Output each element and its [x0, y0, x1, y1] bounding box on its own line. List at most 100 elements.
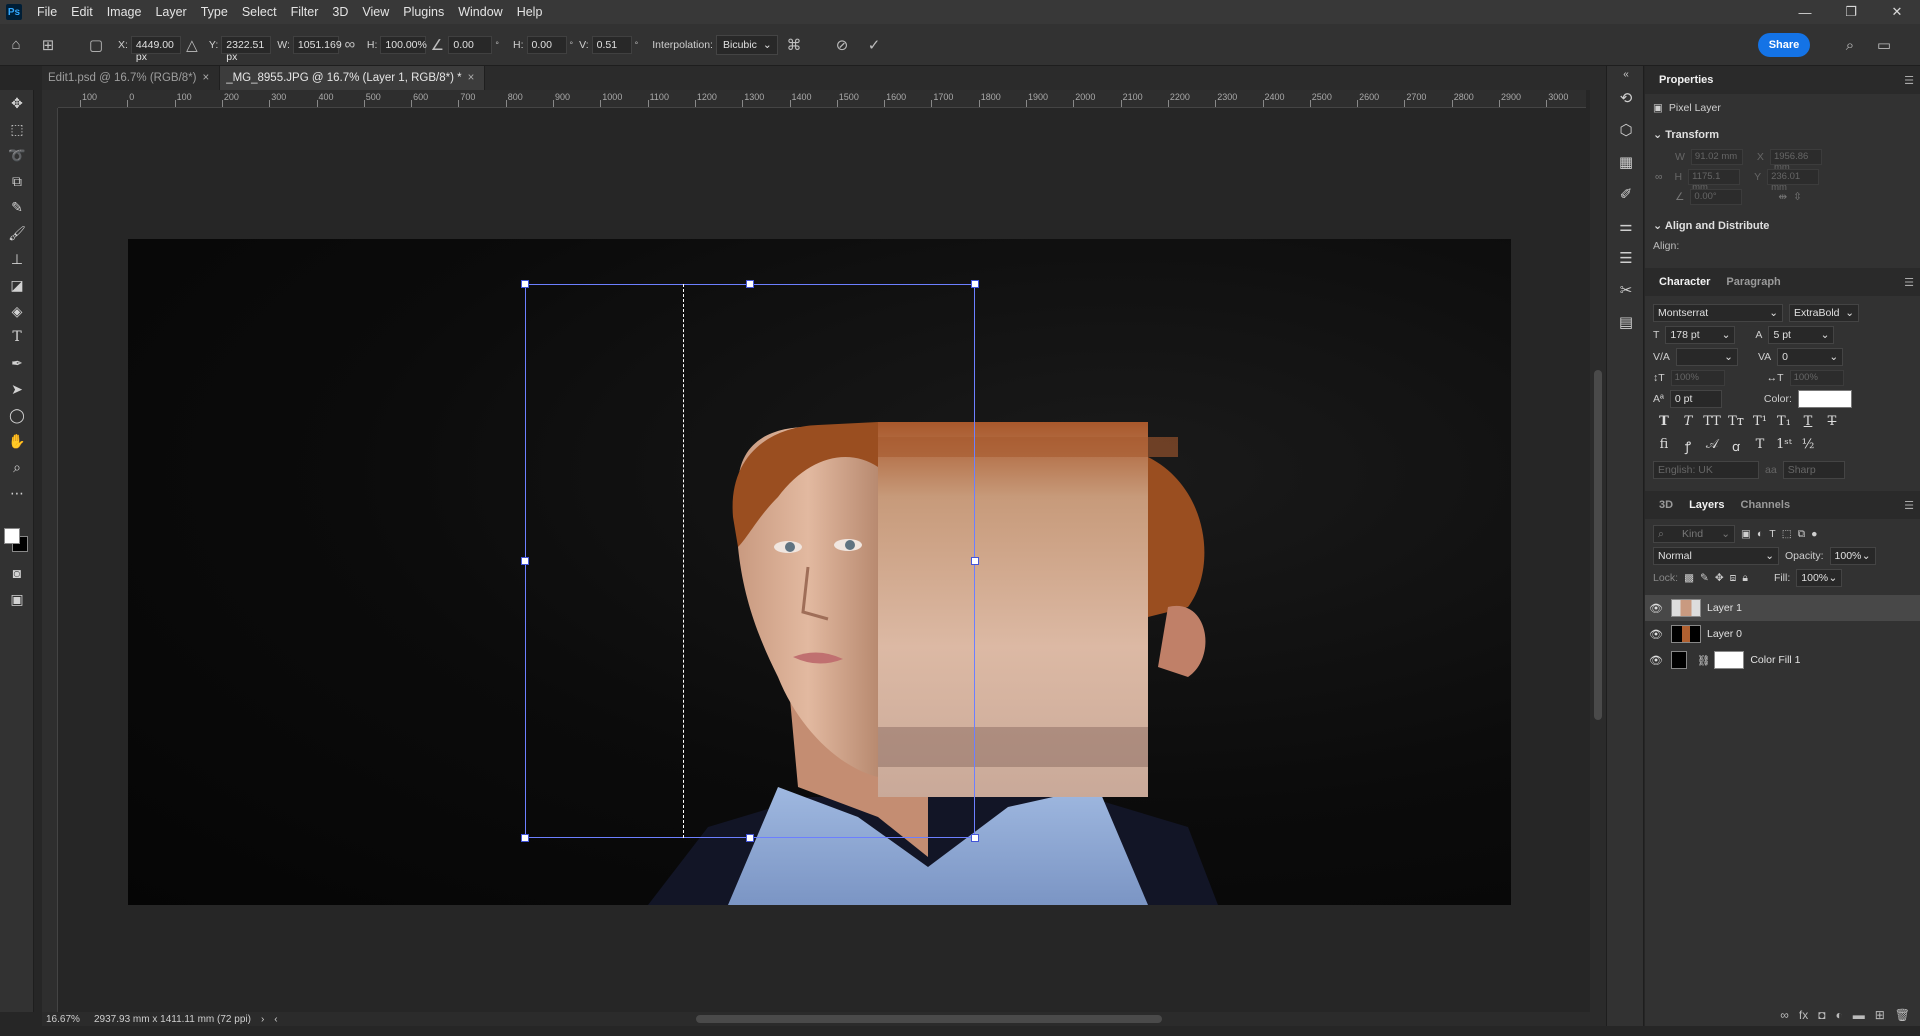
- menu-plugins[interactable]: Plugins: [396, 0, 451, 24]
- visibility-eye-icon[interactable]: 👁︎: [1645, 602, 1667, 615]
- layer-name[interactable]: Layer 0: [1707, 628, 1742, 640]
- menu-view[interactable]: View: [355, 0, 396, 24]
- close-tab-icon[interactable]: ×: [468, 72, 475, 84]
- menu-help[interactable]: Help: [510, 0, 550, 24]
- layer-kind-filter[interactable]: ⌕ Kind ⌄: [1653, 525, 1735, 543]
- chevron-left-icon[interactable]: ‹: [274, 1014, 277, 1025]
- leading-select[interactable]: 5 pt ⌄: [1768, 326, 1835, 344]
- tab-edit1[interactable]: Edit1.psd @ 16.7% (RGB/8*) ×: [42, 66, 221, 90]
- all-caps-icon[interactable]: TT: [1703, 414, 1721, 429]
- panel-menu-icon[interactable]: ☰: [1904, 499, 1914, 512]
- angle-field[interactable]: 0.00°: [1690, 189, 1743, 205]
- reference-point-icon[interactable]: ▢: [84, 33, 108, 57]
- x-field[interactable]: 1956.86 mm: [1769, 149, 1822, 173]
- warp-mode-icon[interactable]: ⌘: [782, 33, 806, 57]
- tracking-select[interactable]: 0 ⌄: [1777, 348, 1844, 366]
- filter-pixel-icon[interactable]: ▣: [1741, 528, 1751, 540]
- panel-menu-icon[interactable]: ☰: [1904, 74, 1914, 87]
- adjustment-layer-icon[interactable]: ◐: [1835, 1008, 1842, 1022]
- more-tools-icon[interactable]: ⋯: [0, 480, 34, 506]
- eraser-tool-icon[interactable]: ◪: [0, 272, 34, 298]
- delete-layer-icon[interactable]: 🗑︎: [1895, 1008, 1910, 1022]
- blend-mode-select[interactable]: Normal ⌄: [1653, 547, 1779, 565]
- tab-paragraph[interactable]: Paragraph: [1718, 276, 1788, 288]
- scroll-thumb[interactable]: [1594, 370, 1602, 720]
- menu-filter[interactable]: Filter: [284, 0, 326, 24]
- eyedropper-tool-icon[interactable]: ✎: [0, 194, 34, 220]
- transform-handle-bottom-left[interactable]: [521, 834, 529, 842]
- width-field[interactable]: 1051.169: [292, 35, 342, 54]
- flip-horizontal-icon[interactable]: ⇹: [1778, 191, 1787, 203]
- add-mask-icon[interactable]: ◘: [1818, 1008, 1825, 1022]
- pen-tool-icon[interactable]: ✒: [0, 350, 34, 376]
- tab-3d[interactable]: 3D: [1651, 499, 1681, 511]
- y-field[interactable]: 2322.51 px: [221, 35, 272, 63]
- superscript-icon[interactable]: T¹: [1751, 414, 1769, 429]
- swatches-icon[interactable]: ▦: [1607, 146, 1645, 178]
- visibility-eye-icon[interactable]: 👁︎: [1645, 654, 1667, 667]
- collapse-panels-icon[interactable]: «: [1607, 66, 1645, 82]
- menu-file[interactable]: File: [30, 0, 64, 24]
- menu-edit[interactable]: Edit: [64, 0, 100, 24]
- lock-all-icon[interactable]: 🔒︎: [1742, 572, 1748, 585]
- old-style-icon[interactable]: ꝭ: [1679, 437, 1697, 455]
- share-button[interactable]: Share: [1758, 33, 1810, 57]
- lock-paint-icon[interactable]: ✎: [1700, 572, 1709, 584]
- h-skew-field[interactable]: 0.00: [526, 35, 567, 54]
- tab-properties[interactable]: Properties: [1651, 74, 1721, 86]
- strikethrough-icon[interactable]: T: [1823, 414, 1841, 429]
- interpolation-select[interactable]: Bicubic ⌄: [715, 34, 778, 55]
- cancel-transform-icon[interactable]: ⊘: [830, 33, 854, 57]
- adjustments-icon[interactable]: ⚌: [1607, 210, 1645, 242]
- object-select-tool-icon[interactable]: ⧉: [0, 168, 34, 194]
- opacity-field[interactable]: 100% ⌄: [1829, 547, 1876, 565]
- zoom-level[interactable]: 16.67%: [42, 1014, 88, 1025]
- filter-toggle-icon[interactable]: ●: [1811, 528, 1817, 540]
- filter-shape-icon[interactable]: ⬚: [1782, 528, 1792, 540]
- transform-section-title[interactable]: ⌄ Transform: [1645, 122, 1920, 147]
- link-icon[interactable]: ∞: [343, 33, 357, 57]
- font-size-select[interactable]: 178 pt ⌄: [1665, 326, 1736, 344]
- link-icon[interactable]: ∞: [1655, 171, 1663, 183]
- filter-adjustment-icon[interactable]: ◐: [1757, 528, 1763, 540]
- layer-row[interactable]: 👁︎ Layer 0: [1645, 621, 1920, 647]
- tool-preset-icon[interactable]: ⊞: [36, 33, 60, 57]
- lock-artboard-icon[interactable]: ⧈: [1730, 572, 1737, 585]
- menu-window[interactable]: Window: [451, 0, 509, 24]
- search-icon[interactable]: ⌕: [1838, 33, 1862, 57]
- kerning-select[interactable]: ⌄: [1675, 348, 1738, 366]
- close-icon[interactable]: ✕: [1874, 0, 1920, 24]
- lasso-tool-icon[interactable]: ➰: [0, 142, 34, 168]
- angle-field[interactable]: 0.00: [448, 35, 493, 54]
- move-tool-icon[interactable]: ✥: [0, 90, 34, 116]
- marquee-tool-icon[interactable]: ⬚: [0, 116, 34, 142]
- workspace-icon[interactable]: ▭: [1872, 33, 1896, 57]
- path-select-tool-icon[interactable]: ➤: [0, 376, 34, 402]
- transform-handle-top[interactable]: [746, 280, 754, 288]
- transform-handle-bottom[interactable]: [746, 834, 754, 842]
- font-family-select[interactable]: Montserrat ⌄: [1653, 304, 1783, 322]
- chevron-right-icon[interactable]: ›: [261, 1014, 264, 1025]
- menu-select[interactable]: Select: [235, 0, 284, 24]
- new-group-icon[interactable]: ▬: [1853, 1008, 1865, 1022]
- vertical-scale-field[interactable]: 100%: [1670, 370, 1725, 386]
- underline-icon[interactable]: T: [1799, 414, 1817, 429]
- ordinals-icon[interactable]: 1ˢᵗ: [1775, 437, 1793, 455]
- antialias-select[interactable]: Sharp: [1782, 461, 1845, 479]
- new-layer-icon[interactable]: ⊞: [1875, 1008, 1885, 1022]
- transform-handle-top-right[interactable]: [971, 280, 979, 288]
- tab-channels[interactable]: Channels: [1733, 499, 1799, 511]
- font-style-select[interactable]: ExtraBold ⌄: [1789, 304, 1859, 322]
- transform-handle-left[interactable]: [521, 557, 529, 565]
- transform-bounding-box[interactable]: [525, 284, 975, 838]
- filter-type-icon[interactable]: T: [1769, 528, 1775, 540]
- transform-handle-top-left[interactable]: [521, 280, 529, 288]
- canvas-area[interactable]: [58, 108, 1586, 1012]
- height-field[interactable]: 100.00%: [380, 35, 427, 54]
- properties-icon[interactable]: ☰: [1607, 242, 1645, 274]
- close-tab-icon[interactable]: ×: [202, 72, 209, 84]
- ellipse-tool-icon[interactable]: ◯: [0, 402, 34, 428]
- quick-mask-icon[interactable]: ◙: [0, 560, 34, 586]
- language-select[interactable]: English: UK: [1653, 461, 1759, 479]
- menu-3d[interactable]: 3D: [325, 0, 355, 24]
